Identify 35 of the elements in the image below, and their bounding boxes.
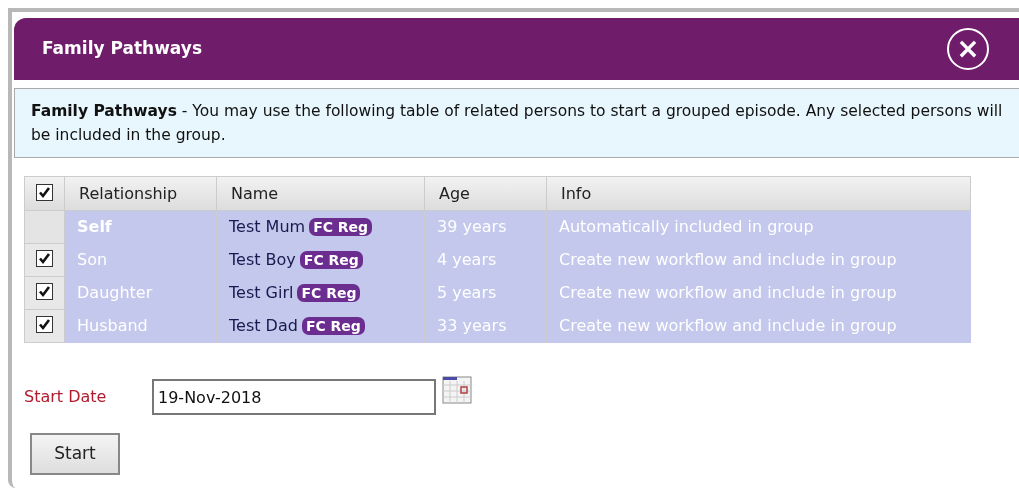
table-cell: Create new workflow and include in group: [546, 243, 971, 277]
calendar-icon[interactable]: [442, 376, 472, 404]
notice-text: Family Pathways - You may use the following table of related persons to start a grouped episode. Any selected persons will be included in the group.: [31, 102, 1003, 144]
table-cell: 5 years: [424, 276, 547, 310]
person-name: Test Dad: [229, 316, 298, 335]
tag: FC Reg: [299, 251, 363, 269]
window-title: Family Pathways: [42, 37, 203, 61]
tag: FC Reg: [301, 317, 365, 335]
person-name: Test Mum: [229, 217, 306, 237]
checkbox[interactable]: [36, 183, 53, 201]
table-cell: 33 years: [424, 309, 547, 343]
start-button[interactable]: Start: [30, 433, 120, 475]
table-cell: Husband: [64, 309, 217, 343]
tag: FC Reg: [309, 218, 373, 237]
table-cell: 39 years: [424, 210, 547, 244]
person-name: Test Boy: [229, 250, 296, 269]
tag: FC Reg: [297, 284, 361, 302]
table-cell: Son: [64, 243, 217, 277]
checkbox[interactable]: [36, 283, 53, 300]
column-header: Relationship: [64, 176, 217, 211]
table-cell: Create new workflow and include in group: [546, 276, 971, 310]
table-cell: Daughter: [64, 276, 217, 310]
table-cell: Create new workflow and include in group: [546, 309, 971, 343]
column-header: Info: [546, 176, 971, 211]
table-cell: 4 years: [424, 243, 547, 277]
date-field[interactable]: 19-Nov-2018: [152, 379, 436, 415]
field-label: Start Date: [24, 386, 108, 408]
checkbox[interactable]: [36, 316, 53, 333]
person-name: Test Girl: [229, 283, 294, 302]
column-header: Name: [216, 176, 425, 211]
column-header: Age: [424, 176, 547, 211]
close-button[interactable]: ×: [947, 28, 989, 70]
table-cell: Automatically included in group: [546, 210, 971, 244]
checkbox[interactable]: [36, 250, 53, 267]
table-cell: Self: [64, 210, 217, 244]
